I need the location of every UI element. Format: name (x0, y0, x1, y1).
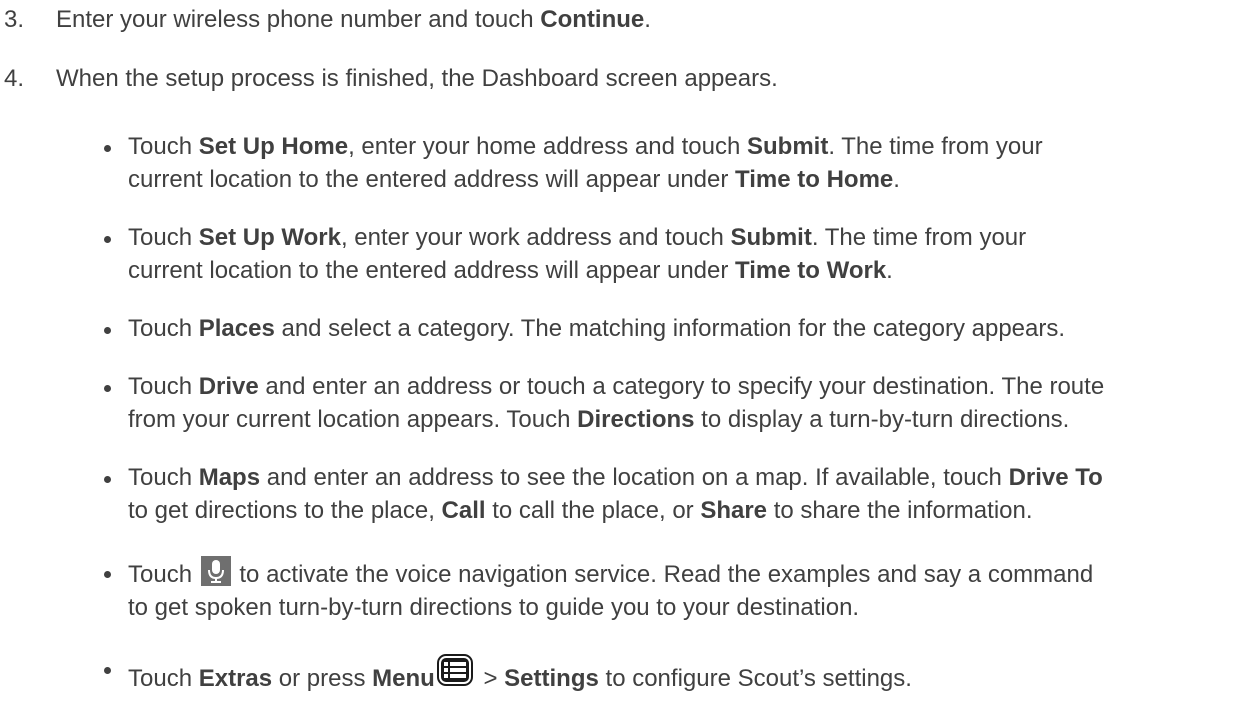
extras-term: Extras (198, 665, 273, 692)
step-text-end: . (644, 6, 651, 33)
text: or press (272, 665, 373, 692)
text: . The time from your (811, 224, 1027, 251)
bullet-line: Touch Maps and enter an address to see t… (128, 461, 1254, 494)
text: to get directions to the place, (128, 497, 442, 524)
bullet-extras: Touch Extras or press Menu > Settings to… (104, 652, 1254, 695)
text: . (886, 257, 893, 284)
bullet-line: Touch Set Up Work, enter your work addre… (128, 221, 1254, 254)
text: to configure Scout’s settings. (598, 665, 912, 692)
bullet-dot (104, 236, 111, 243)
text: to call the place, or (485, 497, 701, 524)
step-number: 4. (4, 65, 25, 92)
share-term: Share (700, 497, 768, 524)
step-text: Enter your wireless phone number and tou… (56, 6, 541, 33)
bullet-dot (104, 571, 111, 578)
bullet-line: Touch Extras or press Menu > Settings to… (128, 652, 1254, 695)
submit-term: Submit (746, 133, 829, 160)
bullet-dot (104, 476, 111, 483)
bullet-line: Touch Set Up Home, enter your home addre… (128, 130, 1254, 163)
bullet-line: from your current location appears. Touc… (128, 403, 1254, 436)
bullet-line: to get directions to the place, Call to … (128, 494, 1254, 527)
directions-term: Directions (577, 406, 695, 433)
bullet-dot (104, 667, 111, 674)
text: . The time from your (828, 133, 1043, 160)
text: and select a category. The matching info… (274, 315, 1066, 342)
bullet-drive: Touch Drive and enter an address or touc… (104, 370, 1254, 436)
text: Touch (128, 464, 199, 491)
step-number: 3. (4, 6, 25, 33)
text: to get spoken turn-by-turn directions to… (128, 594, 860, 621)
time-to-work-term: Time to Work (735, 257, 887, 284)
bullet-set-up-home: Touch Set Up Home, enter your home addre… (104, 130, 1254, 196)
text: and enter an address to see the location… (260, 464, 1009, 491)
text: and enter an address or touch a category… (258, 373, 1105, 400)
bullet-set-up-work: Touch Set Up Work, enter your work addre… (104, 221, 1254, 287)
text: to share the information. (767, 497, 1033, 524)
bullet-line: current location to the entered address … (128, 254, 1254, 287)
bullet-dot (104, 327, 111, 334)
bullet-line: Touch Drive and enter an address or touc… (128, 370, 1254, 403)
text: Touch (128, 315, 199, 342)
text: Touch (128, 561, 199, 588)
dashboard-bullet-list: Touch Set Up Home, enter your home addre… (104, 130, 1254, 695)
step-4: 4. When the setup process is finished, th… (4, 62, 778, 95)
text: Touch (128, 665, 199, 692)
time-to-home-term: Time to Home (735, 166, 894, 193)
microphone-icon (200, 556, 231, 586)
menu-list-icon (435, 652, 475, 688)
drive-to-term: Drive To (1008, 464, 1103, 491)
bullet-line: Touch to activate the voice navigation s… (128, 556, 1254, 591)
set-up-home-term: Set Up Home (198, 133, 349, 160)
text: current location to the entered address … (128, 166, 736, 193)
call-term: Call (441, 497, 486, 524)
text: Touch (128, 133, 199, 160)
set-up-work-term: Set Up Work (198, 224, 341, 251)
bullet-line: Touch Places and select a category. The … (128, 312, 1254, 345)
maps-term: Maps (198, 464, 261, 491)
text: > (476, 665, 505, 692)
bullet-dot (104, 145, 111, 152)
text: , enter your home address and touch (348, 133, 747, 160)
bullet-dot (104, 385, 111, 392)
submit-term: Submit (730, 224, 812, 251)
text: current location to the entered address … (128, 257, 736, 284)
step-3: 3. Enter your wireless phone number and t… (4, 3, 651, 36)
settings-term: Settings (504, 665, 599, 692)
text: . (893, 166, 900, 193)
text: , enter your work address and touch (340, 224, 731, 251)
continue-term: Continue (540, 6, 645, 33)
step-text: When the setup process is finished, the … (56, 65, 778, 92)
text: Touch (128, 224, 199, 251)
menu-term: Menu (372, 665, 435, 692)
bullet-line: to get spoken turn-by-turn directions to… (128, 591, 1254, 624)
text: from your current location appears. Touc… (128, 406, 578, 433)
text: to activate the voice navigation service… (232, 561, 1094, 588)
bullet-line: current location to the entered address … (128, 163, 1254, 196)
text: to display a turn-by-turn directions. (694, 406, 1070, 433)
bullet-maps: Touch Maps and enter an address to see t… (104, 461, 1254, 527)
drive-term: Drive (198, 373, 259, 400)
bullet-voice: Touch to activate the voice navigation s… (104, 556, 1254, 624)
bullet-places: Touch Places and select a category. The … (104, 312, 1254, 345)
text: Touch (128, 373, 199, 400)
places-term: Places (198, 315, 275, 342)
